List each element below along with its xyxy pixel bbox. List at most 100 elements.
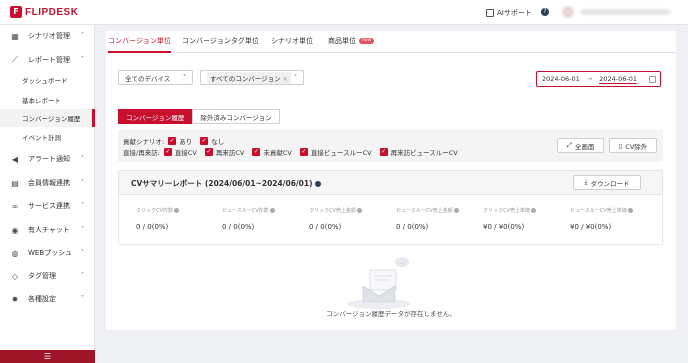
- sidebar-item-service[interactable]: ∞ サービス連携 ˅: [0, 197, 95, 215]
- sidebar-item-label: 有人チャット: [28, 226, 70, 234]
- calendar-icon: [649, 75, 656, 83]
- info-icon[interactable]: [173, 208, 179, 213]
- logo-text: FLIPDESK: [25, 6, 79, 18]
- conversion-select[interactable]: すべてのコンバージョン × ˅: [200, 70, 304, 85]
- sidebar-item-report[interactable]: ⟋ レポート管理 ˄: [0, 51, 95, 69]
- info-icon[interactable]: [269, 208, 275, 213]
- checkbox-checked-icon: ✓: [204, 148, 213, 156]
- metric-label-text: クリックCV売上金額: [309, 208, 356, 214]
- service-link-icon: ∞: [11, 201, 19, 211]
- info-icon[interactable]: [356, 208, 362, 213]
- support-icon: [486, 9, 494, 17]
- metric-label-text: ビュースルーCV件数: [222, 208, 269, 214]
- checkbox-label: あり: [179, 138, 193, 146]
- sidebar-item-member[interactable]: ▤ 会員情報連携 ˅: [0, 174, 95, 192]
- sidebar-subitem-dashboard[interactable]: ダッシュボード: [0, 71, 95, 89]
- sidebar-item-tag[interactable]: ◇ タグ管理 ˅: [0, 267, 95, 285]
- conversion-chip: すべてのコンバージョン ×: [207, 71, 291, 84]
- chevron-down-icon: ˅: [294, 74, 297, 81]
- report-icon: ⟋: [12, 55, 18, 64]
- menu-icon: ☰: [43, 352, 52, 361]
- tab-product[interactable]: 商品単位 new: [328, 36, 375, 53]
- fullscreen-icon: ⤢: [566, 141, 572, 149]
- close-icon[interactable]: ×: [283, 76, 288, 83]
- metric-label: クリックCV売上金額: [309, 207, 394, 214]
- conversion-chip-label: すべてのコンバージョン: [210, 74, 281, 83]
- alert-icon: ◀: [11, 154, 19, 164]
- tab-conversion[interactable]: コンバージョン単位: [108, 36, 171, 53]
- revisit-viewthrough-cv-checkbox[interactable]: ✓ 再来訪ビュースルーCV: [379, 147, 458, 157]
- chevron-down-icon: ˅: [81, 202, 84, 209]
- tab-conversion-tag[interactable]: コンバージョンタグ単位: [182, 36, 259, 53]
- checkbox-checked-icon: ✓: [379, 148, 388, 156]
- cv-exclude-button[interactable]: ▯ CV除外: [609, 138, 657, 153]
- sidebar-item-settings[interactable]: ✹ 各種設定 ˅: [0, 290, 95, 308]
- subtab-excluded-conversions[interactable]: 除外済みコンバージョン: [192, 109, 280, 124]
- date-range-picker[interactable]: 2024-06-01 → 2024-06-01: [536, 71, 661, 87]
- info-icon[interactable]: [314, 181, 321, 187]
- metric-click-cv-sales: クリックCV売上金額 0 / 0(0%): [309, 207, 394, 231]
- checkbox-label: なし: [211, 138, 225, 146]
- metric-label: ビュースルーCV売上金額: [396, 207, 481, 214]
- sidebar-collapse-button[interactable]: ☰: [0, 350, 95, 363]
- tab-product-label: 商品単位: [328, 37, 356, 45]
- checkbox-label: 直接ビュースルーCV: [310, 149, 372, 157]
- uncontributed-cv-checkbox[interactable]: ✓ 未貢献CV: [252, 147, 292, 157]
- direct-cv-checkbox[interactable]: ✓ 直接CV: [163, 147, 197, 157]
- device-select-value: 全てのデバイス: [125, 74, 171, 83]
- metric-click-cv-count: クリックCV件数 0 / 0(0%): [136, 207, 221, 231]
- date-end-input[interactable]: 2024-06-01: [599, 75, 638, 84]
- history-subtabs: コンバージョン履歴 除外済みコンバージョン: [118, 109, 280, 124]
- speech-bubble-dots: …: [400, 260, 405, 266]
- sidebar-item-alert[interactable]: ◀ アラート通知 ˅: [0, 150, 95, 168]
- checkbox-checked-icon: ✓: [299, 148, 308, 156]
- sidebar-item-scenario[interactable]: ▦ シナリオ管理 ˅: [0, 27, 95, 45]
- metric-viewthrough-cv-sales: ビュースルーCV売上金額 0 / 0(0%): [396, 207, 481, 231]
- date-start-input[interactable]: 2024-06-01: [542, 75, 580, 83]
- help-icon[interactable]: ?: [541, 8, 549, 16]
- sidebar-item-label: 会員情報連携: [28, 179, 70, 187]
- tab-scenario[interactable]: シナリオ単位: [271, 36, 313, 53]
- metric-label-text: クリックCV件数: [136, 208, 173, 214]
- tag-icon: ◇: [11, 271, 19, 281]
- logo[interactable]: F FLIPDESK: [10, 6, 78, 18]
- sidebar-subitem-event-tracking[interactable]: イベント計測: [0, 128, 95, 146]
- download-button[interactable]: ⤓ ダウンロード: [573, 175, 641, 190]
- metric-value: 0 / 0(0%): [309, 223, 342, 231]
- arrow-right-icon: →: [586, 75, 593, 83]
- checkbox-label: 直接CV: [174, 149, 197, 157]
- sidebar-subitem-conversion-history[interactable]: コンバージョン履歴: [0, 109, 95, 127]
- settings-icon: ✹: [11, 294, 19, 304]
- metric-value: 0 / 0(0%): [396, 223, 429, 231]
- ai-support-link[interactable]: AIサポート: [486, 8, 532, 18]
- trash-icon: ▯: [618, 141, 623, 150]
- subtab-conversion-history[interactable]: コンバージョン履歴: [118, 109, 193, 124]
- info-icon[interactable]: [530, 208, 536, 213]
- metric-label: クリックCV件数: [136, 207, 221, 214]
- info-icon[interactable]: [453, 208, 459, 213]
- direct-viewthrough-cv-checkbox[interactable]: ✓ 直接ビュースルーCV: [299, 147, 372, 157]
- sidebar-subitem-basic-report[interactable]: 基本レポート: [0, 91, 95, 109]
- chevron-down-icon: ˅: [81, 272, 84, 279]
- summary-title: CVサマリーレポート (2024/06/01~2024/06/01): [131, 178, 321, 189]
- new-badge: new: [359, 38, 375, 44]
- sidebar: ▦ シナリオ管理 ˅ ⟋ レポート管理 ˄ ダッシュボード 基本レポート コンバ…: [0, 25, 95, 363]
- revisit-cv-checkbox[interactable]: ✓ 再来訪CV: [204, 147, 244, 157]
- info-icon[interactable]: [627, 208, 633, 213]
- chevron-down-icon: ˅: [81, 295, 84, 302]
- summary-title-text: CVサマリーレポート (2024/06/01~2024/06/01): [131, 179, 313, 188]
- metric-click-cv-unit-price: クリックCV売上単価 ¥0 / ¥0(0%): [483, 207, 568, 231]
- fullscreen-button[interactable]: ⤢ 全画面: [557, 138, 604, 153]
- device-select[interactable]: 全てのデバイス ˅: [118, 70, 193, 85]
- contrib-yes-checkbox[interactable]: ✓ あり: [168, 136, 192, 146]
- sidebar-item-label: シナリオ管理: [28, 32, 70, 40]
- contrib-no-checkbox[interactable]: ✓ なし: [200, 136, 224, 146]
- checkbox-checked-icon: ✓: [252, 148, 261, 156]
- empty-state-illustration: …: [341, 256, 441, 311]
- sidebar-item-webpush[interactable]: ◍ WEBプッシュ ˅: [0, 244, 95, 262]
- sidebar-item-chat[interactable]: ◉ 有人チャット ˅: [0, 221, 95, 239]
- user-menu[interactable]: [562, 6, 682, 18]
- avatar: [562, 6, 574, 18]
- sidebar-item-label: タグ管理: [28, 272, 56, 280]
- report-tabs: コンバージョン単位 コンバージョンタグ単位 シナリオ単位 商品単位 new: [106, 31, 676, 53]
